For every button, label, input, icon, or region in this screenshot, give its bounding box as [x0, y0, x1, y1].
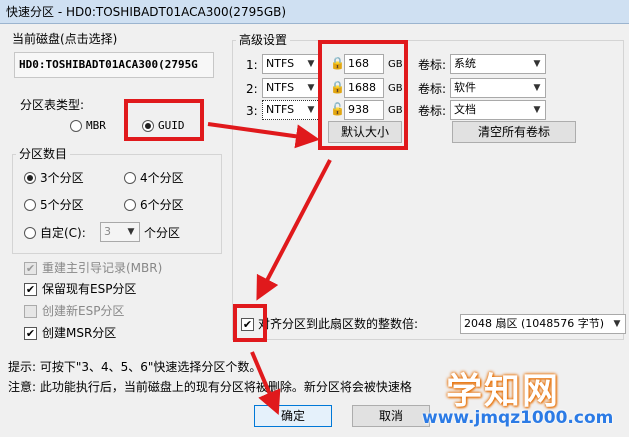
- radio-custom-label: 自定(C):: [40, 226, 86, 240]
- row-1-index: 1:: [246, 58, 258, 72]
- checkbox-create-esp-label: 创建新ESP分区: [42, 304, 125, 318]
- custom-count-select[interactable]: 3 ▼: [100, 222, 140, 242]
- radio-3-partitions-label: 3个分区: [40, 171, 84, 185]
- row-1-fs-value: NTFS: [266, 57, 295, 70]
- radio-mbr-label: MBR: [86, 119, 106, 132]
- checkbox-keep-esp-label: 保留现有ESP分区: [42, 282, 137, 296]
- radio-6-partitions[interactable]: [124, 199, 136, 211]
- note-text: 注意: 此功能执行后，当前磁盘上的现有分区将被删除。新分区将会被快速格: [8, 380, 412, 394]
- annotation-box-sizes: [318, 40, 408, 150]
- chevron-down-icon: ▼: [127, 227, 135, 237]
- chevron-down-icon: ▼: [533, 83, 541, 93]
- checkbox-rebuild-mbr-label: 重建主引导记录(MBR): [42, 261, 163, 275]
- row-1-volume-value: 系统: [454, 57, 476, 70]
- row-3-fs-value: NTFS: [266, 103, 295, 116]
- radio-4-partitions-label: 4个分区: [140, 171, 184, 185]
- clear-labels-button[interactable]: 清空所有卷标: [452, 121, 576, 143]
- row-3-fs-select[interactable]: NTFS ▼: [262, 100, 320, 120]
- chevron-down-icon: ▼: [307, 83, 315, 93]
- radio-6-partitions-label: 6个分区: [140, 198, 184, 212]
- partition-count-label: 分区数目: [16, 147, 71, 161]
- row-2-index: 2:: [246, 82, 258, 96]
- partition-table-label: 分区表类型:: [20, 98, 85, 112]
- align-sector-select[interactable]: 2048 扇区 (1048576 字节) ▼: [460, 314, 626, 334]
- window-title: 快速分区 - HD0:TOSHIBADT01ACA300(2795GB): [6, 5, 287, 19]
- disk-selector[interactable]: HD0:TOSHIBADT01ACA300(2795G: [14, 52, 214, 78]
- row-1-volume-prefix: 卷标:: [418, 58, 447, 72]
- chevron-down-icon: ▼: [307, 59, 315, 69]
- row-3-volume-select[interactable]: 文档 ▼: [450, 100, 546, 120]
- radio-4-partitions[interactable]: [124, 172, 136, 184]
- cancel-button[interactable]: 取消: [352, 405, 430, 427]
- disk-group-label: 当前磁盘(点击选择): [12, 32, 118, 46]
- custom-count-value: 3: [104, 225, 111, 238]
- radio-5-partitions[interactable]: [24, 199, 36, 211]
- checkbox-rebuild-mbr[interactable]: ✔: [24, 262, 37, 275]
- annotation-box-align: [233, 304, 267, 342]
- disk-name: HD0:TOSHIBADT01ACA300(2795G: [19, 58, 198, 71]
- chevron-down-icon: ▼: [533, 105, 541, 115]
- custom-count-suffix: 个分区: [144, 226, 181, 240]
- row-2-fs-select[interactable]: NTFS ▼: [262, 78, 320, 98]
- annotation-box-guid: [124, 99, 204, 141]
- row-2-volume-prefix: 卷标:: [418, 82, 447, 96]
- align-sector-value: 2048 扇区 (1048576 字节): [464, 317, 605, 330]
- chevron-down-icon: ▼: [613, 319, 621, 329]
- radio-custom-partitions[interactable]: [24, 227, 36, 239]
- chevron-down-icon: ▼: [307, 105, 315, 115]
- watermark-brand: 学知网: [446, 371, 561, 412]
- row-2-volume-value: 软件: [454, 81, 476, 94]
- row-2-volume-select[interactable]: 软件 ▼: [450, 78, 546, 98]
- checkbox-keep-esp[interactable]: ✔: [24, 283, 37, 296]
- hint-text: 提示: 可按下"3、4、5、6"快速选择分区个数。: [8, 360, 262, 374]
- row-1-volume-select[interactable]: 系统 ▼: [450, 54, 546, 74]
- watermark-url: www.jmqz1000.com: [422, 408, 614, 428]
- radio-5-partitions-label: 5个分区: [40, 198, 84, 212]
- checkbox-create-msr[interactable]: ✔: [24, 327, 37, 340]
- radio-mbr[interactable]: [70, 120, 82, 132]
- row-1-fs-select[interactable]: NTFS ▼: [262, 54, 320, 74]
- checkbox-create-msr-label: 创建MSR分区: [42, 326, 117, 340]
- window-title-bar: 快速分区 - HD0:TOSHIBADT01ACA300(2795GB): [0, 0, 629, 24]
- checkbox-create-esp[interactable]: [24, 305, 37, 318]
- row-2-fs-value: NTFS: [266, 81, 295, 94]
- align-label: 对齐分区到此扇区数的整数倍:: [258, 317, 419, 331]
- row-3-index: 3:: [246, 104, 258, 118]
- advanced-settings-label: 高级设置: [236, 33, 291, 47]
- ok-button[interactable]: 确定: [254, 405, 332, 427]
- chevron-down-icon: ▼: [533, 59, 541, 69]
- radio-3-partitions[interactable]: [24, 172, 36, 184]
- row-3-volume-prefix: 卷标:: [418, 104, 447, 118]
- row-3-volume-value: 文档: [454, 103, 476, 116]
